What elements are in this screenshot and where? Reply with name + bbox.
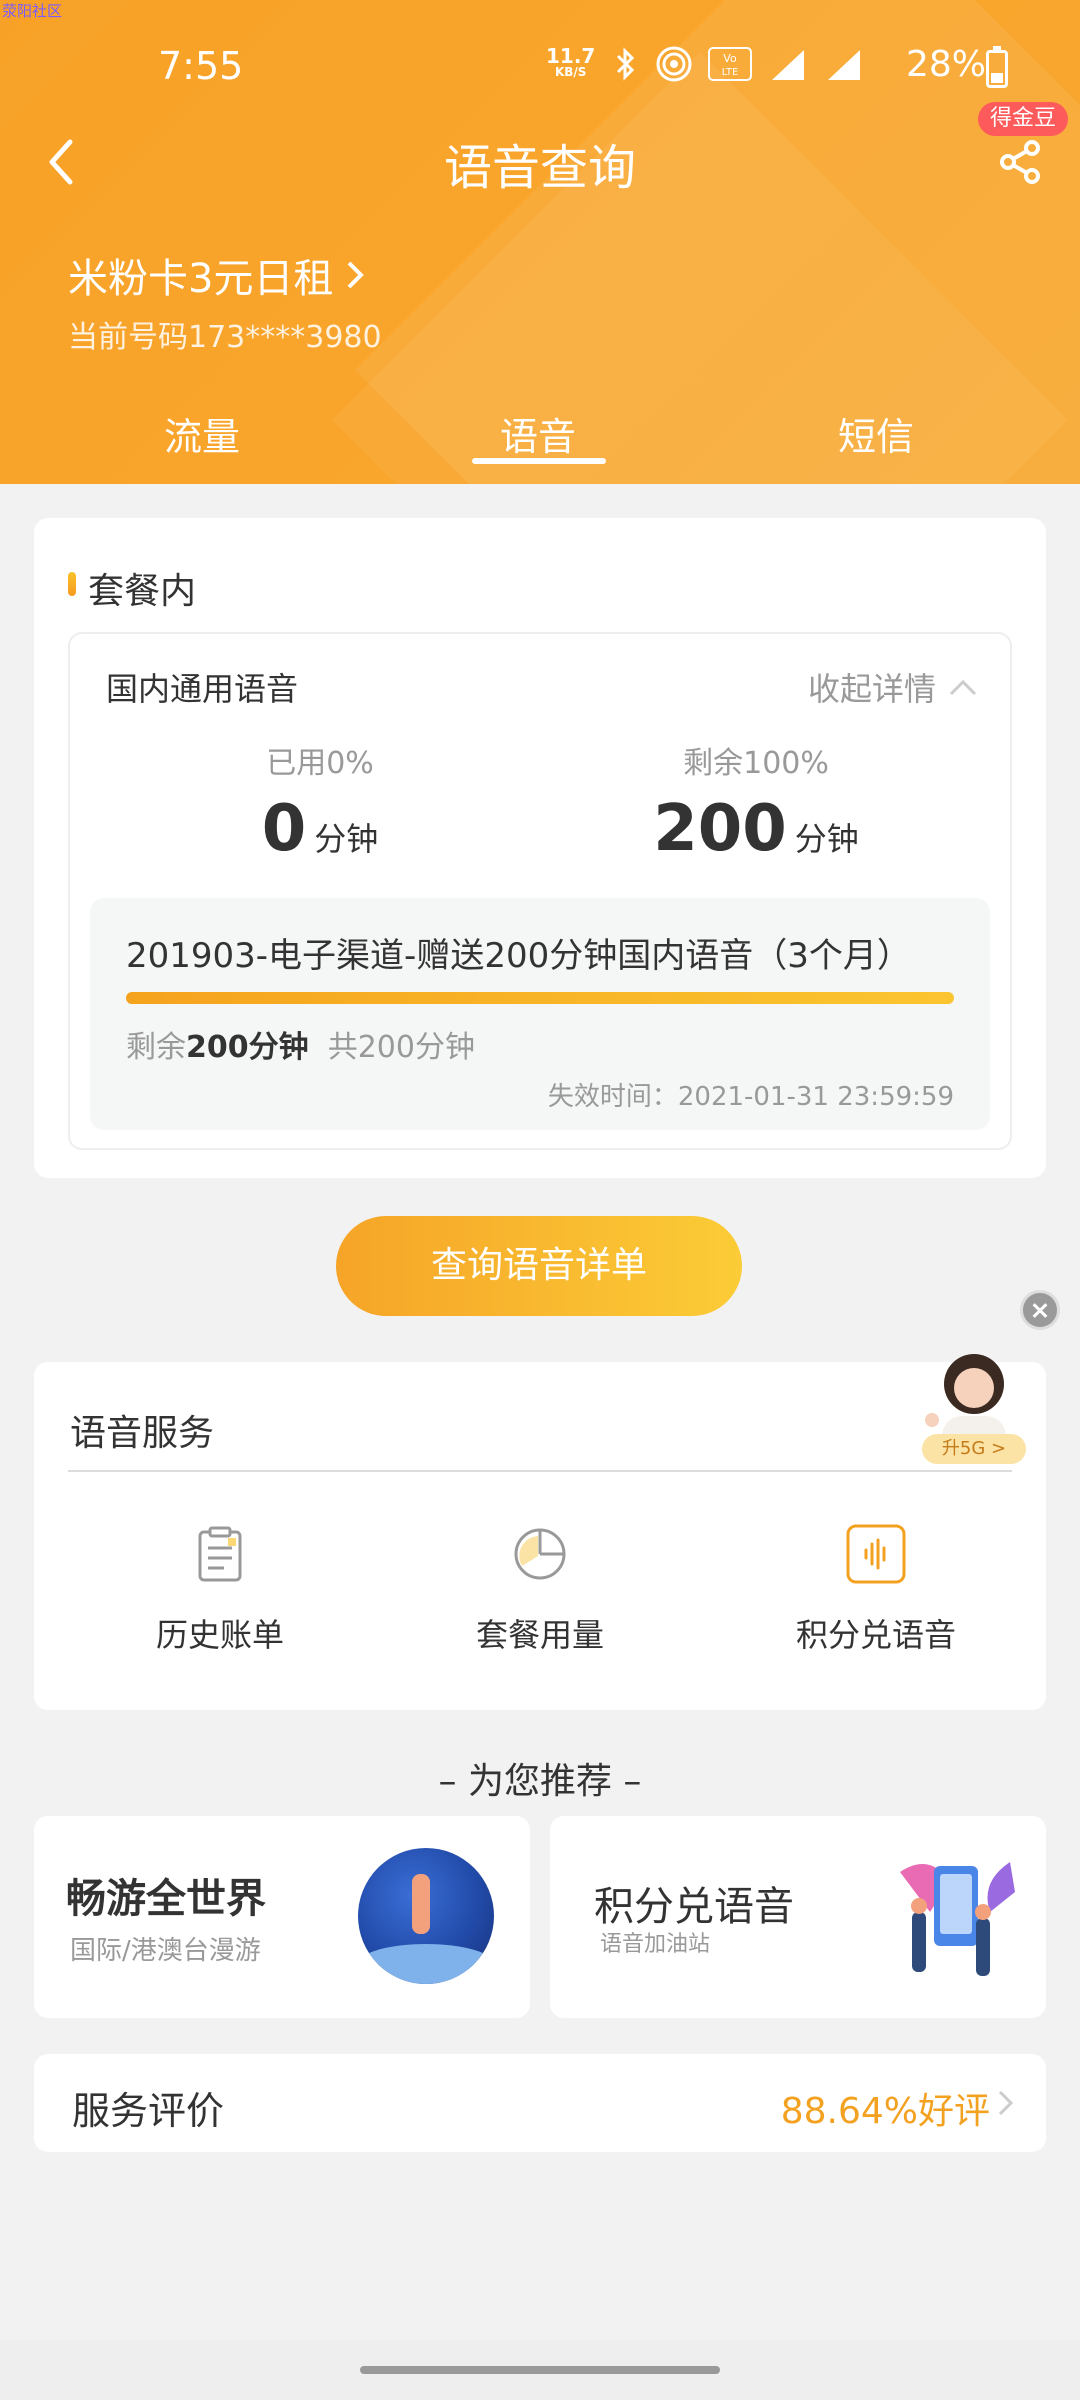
chevron-up-icon (949, 679, 977, 696)
signal-4g-icon (772, 50, 804, 80)
tab-data[interactable]: 流量 (102, 406, 302, 461)
query-voice-detail-button[interactable]: 查询语音详单 (336, 1216, 742, 1316)
remain-stat: 剩余100% 200 分钟 (606, 738, 906, 866)
share-icon[interactable] (996, 138, 1044, 186)
plan-name-link[interactable]: 米粉卡3元日租 (68, 246, 365, 304)
package-progress (126, 992, 954, 1004)
status-bar: 7:55 11.7 KB/S Vo LTE 28% (0, 36, 1080, 100)
collapse-details-button[interactable]: 收起详情 (808, 664, 978, 710)
recommend-sub: 国际/港澳台漫游 (70, 1936, 261, 1966)
bluetooth-icon (616, 47, 635, 81)
service-label: 套餐用量 (475, 1616, 604, 1654)
service-label: 积分兑语音 (795, 1616, 956, 1654)
svg-text:LTE: LTE (722, 67, 739, 78)
section-title: 套餐内 (88, 571, 197, 612)
tab-sms[interactable]: 短信 (776, 406, 976, 461)
service-label: 历史账单 (155, 1616, 284, 1654)
phone-illustration (900, 1862, 1015, 1976)
voice-service-card: 语音服务 历史账单 套餐用量 积分兑语音 (34, 1362, 1046, 1710)
status-icons: Vo LTE (612, 46, 864, 82)
tab-active-indicator (472, 458, 606, 464)
volte-icon: Vo LTE (708, 47, 752, 81)
voice-type-label: 国内通用语音 (106, 670, 299, 708)
voice-wave-icon (846, 1524, 906, 1584)
service-rating-row[interactable]: 服务评价 88.64%好评 (34, 2054, 1046, 2152)
service-plan-usage[interactable]: 套餐用量 (420, 1522, 660, 1656)
used-label: 已用0% (266, 746, 374, 781)
remain-value: 200 分钟 (653, 792, 859, 866)
section-marker (68, 572, 76, 596)
remain-label: 剩余100% (683, 746, 829, 781)
recommend-card-points-voice[interactable]: 积分兑语音 语音加油站 (550, 1816, 1046, 2018)
hotspot-icon (656, 46, 692, 82)
status-time: 7:55 (158, 44, 244, 88)
used-stat: 已用0% 0 分钟 (170, 738, 470, 866)
tab-voice[interactable]: 语音 (438, 406, 638, 461)
net-speed: 11.7 KB/S (546, 44, 596, 79)
package-progress-fill (126, 992, 954, 1004)
package-remain: 剩余200分钟 共200分钟 (126, 1030, 475, 1065)
plan-name: 米粉卡3元日租 (68, 256, 334, 302)
battery-icon (986, 46, 1008, 88)
signal-icon (828, 50, 860, 80)
rating-value: 88.64%好评 (780, 2091, 990, 2132)
home-indicator[interactable] (360, 2366, 720, 2374)
close-icon[interactable] (1020, 1290, 1060, 1330)
plan-card: 套餐内 国内通用语音 收起详情 已用0% 0 分钟 剩余100% 200 分钟 20… (34, 518, 1046, 1178)
chevron-right-icon (998, 2090, 1014, 2116)
tab-bar: 流量 语音 短信 (0, 400, 1080, 484)
globe-illustration (358, 1848, 494, 1984)
recommend-name: 畅游全世界 (66, 1876, 266, 1922)
battery-percent: 28% (906, 44, 987, 85)
chevron-right-icon (348, 261, 365, 289)
page-title: 语音查询 (443, 140, 636, 196)
package-title: 201903-电子渠道-赠送200分钟国内语音（3个月） (126, 936, 911, 976)
gold-bean-badge[interactable]: 得金豆 (978, 102, 1069, 136)
recommend-name: 积分兑语音 (594, 1884, 794, 1930)
collapse-label: 收起详情 (807, 670, 936, 708)
service-points-voice[interactable]: 积分兑语音 (756, 1522, 996, 1656)
rating-label: 服务评价 (72, 2089, 225, 2133)
bill-icon (198, 1526, 242, 1582)
used-value: 0 分钟 (261, 792, 379, 866)
recommend-sub: 语音加油站 (600, 1932, 711, 1957)
watermark: 荥阳社区 (2, 2, 63, 20)
phone-number: 当前号码173****3980 (68, 320, 382, 355)
pie-chart-icon (514, 1528, 566, 1580)
voice-detail-box: 国内通用语音 收起详情 已用0% 0 分钟 剩余100% 200 分钟 201903… (68, 632, 1012, 1150)
package-box: 201903-电子渠道-赠送200分钟国内语音（3个月） 剩余200分钟 共20… (90, 898, 990, 1130)
divider (68, 1470, 1012, 1472)
recommend-card-roaming[interactable]: 畅游全世界 国际/港澳台漫游 (34, 1816, 530, 2018)
package-expire: 失效时间：2021-01-31 23:59:59 (547, 1082, 954, 1112)
svg-text:Vo: Vo (723, 52, 737, 65)
service-history-bill[interactable]: 历史账单 (100, 1522, 340, 1656)
upgrade-5g-badge[interactable]: 升5G > (922, 1434, 1026, 1464)
recommend-title: – 为您推荐 – (438, 1761, 642, 1802)
service-title: 语音服务 (70, 1413, 215, 1454)
